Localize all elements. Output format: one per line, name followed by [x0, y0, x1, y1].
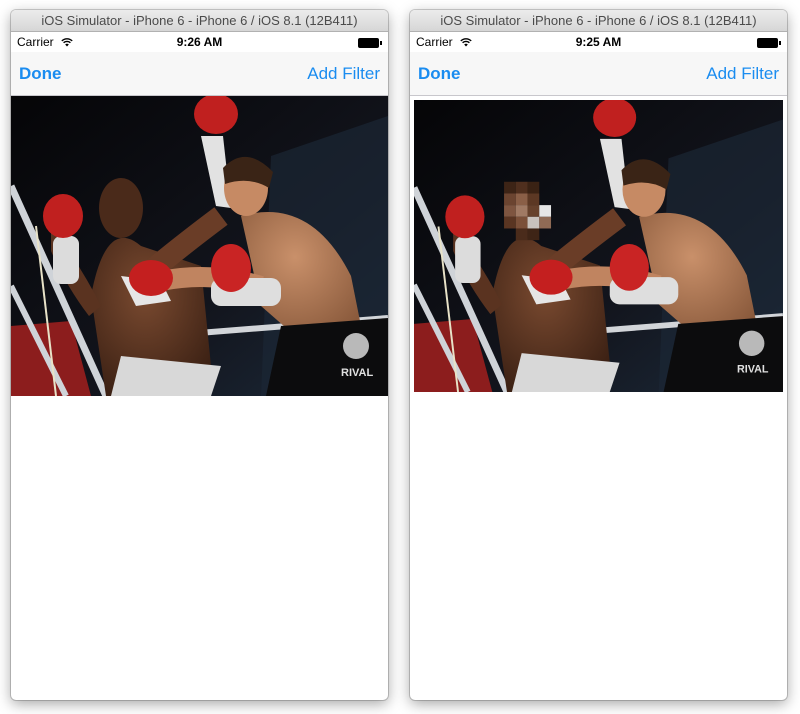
navigation-bar: Done Add Filter	[410, 52, 787, 96]
status-bar: Carrier 9:25 AM	[410, 32, 787, 52]
simulator-window-right: iOS Simulator - iPhone 6 - iPhone 6 / iO…	[410, 10, 787, 700]
boxing-photo: RIVAL	[11, 96, 388, 396]
content-area: RIVAL	[410, 96, 787, 679]
status-time: 9:26 AM	[176, 35, 223, 49]
boxing-photo-filtered: RIVAL	[414, 100, 783, 392]
svg-text:RIVAL: RIVAL	[341, 367, 373, 379]
status-time: 9:25 AM	[575, 35, 622, 49]
window-title: iOS Simulator - iPhone 6 - iPhone 6 / iO…	[11, 10, 388, 32]
done-button[interactable]: Done	[418, 64, 461, 84]
boxing-photo-image: RIVAL	[414, 100, 783, 392]
simulator-window-left: iOS Simulator - iPhone 6 - iPhone 6 / iO…	[11, 10, 388, 700]
add-filter-button[interactable]: Add Filter	[307, 64, 380, 84]
status-bar: Carrier 9:26 AM	[11, 32, 388, 52]
done-button[interactable]: Done	[19, 64, 62, 84]
svg-text:RIVAL: RIVAL	[737, 364, 769, 376]
add-filter-button[interactable]: Add Filter	[706, 64, 779, 84]
navigation-bar: Done Add Filter	[11, 52, 388, 96]
window-title: iOS Simulator - iPhone 6 - iPhone 6 / iO…	[410, 10, 787, 32]
boxing-photo-image: RIVAL	[11, 96, 388, 396]
content-area: RIVAL	[11, 96, 388, 679]
battery-icon	[757, 38, 781, 48]
battery-icon	[358, 38, 382, 48]
